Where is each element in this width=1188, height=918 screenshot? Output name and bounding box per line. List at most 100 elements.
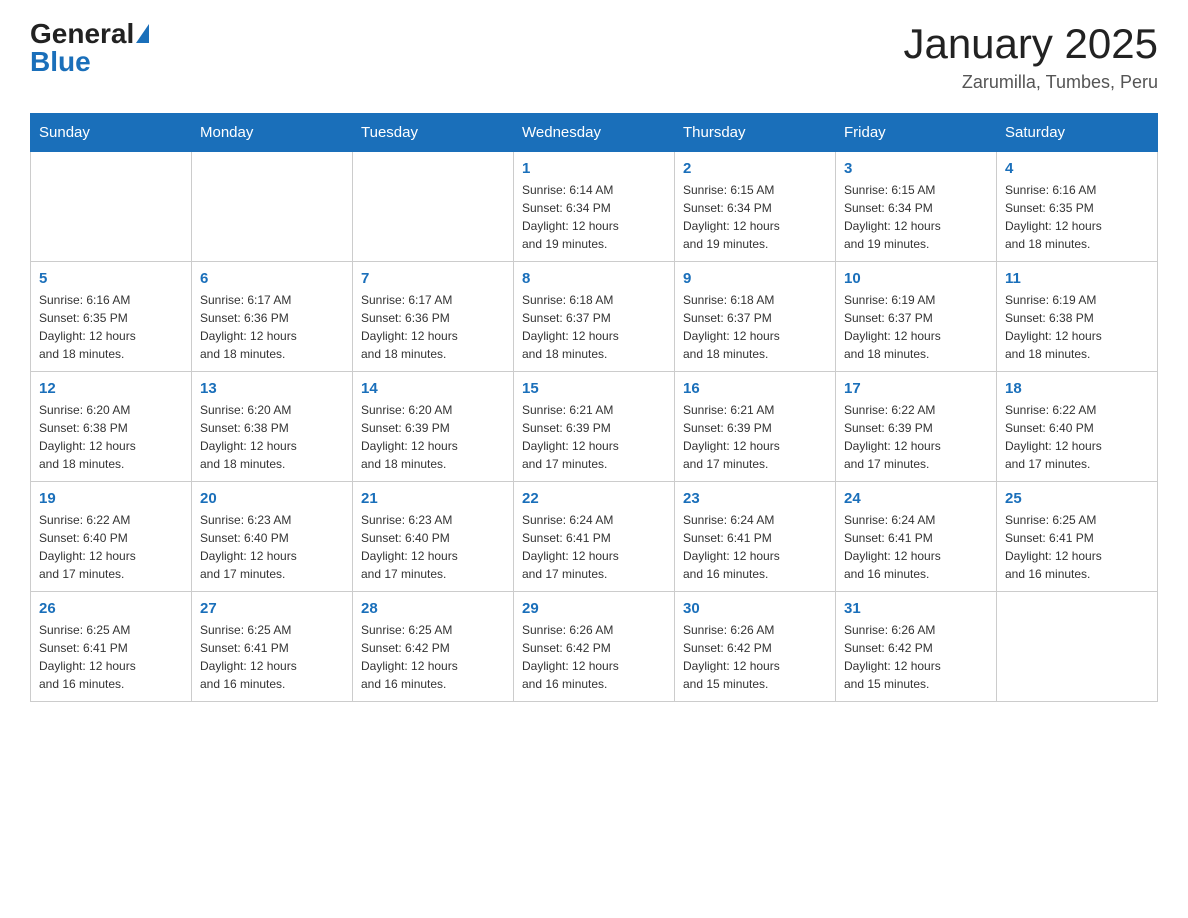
- calendar-cell: 24 Sunrise: 6:24 AM Sunset: 6:41 PM Dayli…: [836, 482, 997, 592]
- day-info: Sunrise: 6:24 AM Sunset: 6:41 PM Dayligh…: [844, 511, 988, 583]
- day-number: 3: [844, 160, 988, 177]
- day-number: 12: [39, 380, 183, 397]
- calendar-cell: 12 Sunrise: 6:20 AM Sunset: 6:38 PM Dayli…: [31, 372, 192, 482]
- day-info: Sunrise: 6:22 AM Sunset: 6:40 PM Dayligh…: [39, 511, 183, 583]
- day-number: 1: [522, 160, 666, 177]
- calendar-week-row: 19 Sunrise: 6:22 AM Sunset: 6:40 PM Dayli…: [31, 482, 1158, 592]
- day-number: 23: [683, 490, 827, 507]
- day-info: Sunrise: 6:16 AM Sunset: 6:35 PM Dayligh…: [39, 291, 183, 363]
- day-number: 11: [1005, 270, 1149, 287]
- day-info: Sunrise: 6:18 AM Sunset: 6:37 PM Dayligh…: [522, 291, 666, 363]
- day-info: Sunrise: 6:19 AM Sunset: 6:38 PM Dayligh…: [1005, 291, 1149, 363]
- day-info: Sunrise: 6:24 AM Sunset: 6:41 PM Dayligh…: [683, 511, 827, 583]
- page-subtitle: Zarumilla, Tumbes, Peru: [903, 72, 1158, 93]
- title-block: January 2025 Zarumilla, Tumbes, Peru: [903, 20, 1158, 93]
- day-number: 13: [200, 380, 344, 397]
- day-info: Sunrise: 6:19 AM Sunset: 6:37 PM Dayligh…: [844, 291, 988, 363]
- logo: GeneralBlue: [30, 20, 149, 76]
- day-number: 22: [522, 490, 666, 507]
- calendar-header-row: SundayMondayTuesdayWednesdayThursdayFrid…: [31, 114, 1158, 152]
- calendar-cell: 9 Sunrise: 6:18 AM Sunset: 6:37 PM Daylig…: [675, 262, 836, 372]
- calendar-cell: 13 Sunrise: 6:20 AM Sunset: 6:38 PM Dayli…: [192, 372, 353, 482]
- day-info: Sunrise: 6:17 AM Sunset: 6:36 PM Dayligh…: [361, 291, 505, 363]
- day-number: 30: [683, 600, 827, 617]
- day-number: 31: [844, 600, 988, 617]
- day-number: 9: [683, 270, 827, 287]
- calendar-cell: [353, 152, 514, 262]
- calendar-cell: 30 Sunrise: 6:26 AM Sunset: 6:42 PM Dayli…: [675, 592, 836, 702]
- calendar-cell: 15Sunrise: 6:21 AM Sunset: 6:39 PM Dayli…: [514, 372, 675, 482]
- calendar-cell: [192, 152, 353, 262]
- calendar-cell: 29Sunrise: 6:26 AM Sunset: 6:42 PM Dayli…: [514, 592, 675, 702]
- calendar-header-friday: Friday: [836, 114, 997, 152]
- calendar-header-tuesday: Tuesday: [353, 114, 514, 152]
- day-info: Sunrise: 6:21 AM Sunset: 6:39 PM Dayligh…: [522, 401, 666, 473]
- day-info: Sunrise: 6:16 AM Sunset: 6:35 PM Dayligh…: [1005, 181, 1149, 253]
- day-number: 25: [1005, 490, 1149, 507]
- day-number: 2: [683, 160, 827, 177]
- calendar-cell: 23 Sunrise: 6:24 AM Sunset: 6:41 PM Dayli…: [675, 482, 836, 592]
- day-info: Sunrise: 6:25 AM Sunset: 6:42 PM Dayligh…: [361, 621, 505, 693]
- day-number: 16: [683, 380, 827, 397]
- day-info: Sunrise: 6:15 AM Sunset: 6:34 PM Dayligh…: [844, 181, 988, 253]
- calendar-cell: 26 Sunrise: 6:25 AM Sunset: 6:41 PM Dayli…: [31, 592, 192, 702]
- calendar-cell: 16 Sunrise: 6:21 AM Sunset: 6:39 PM Dayli…: [675, 372, 836, 482]
- day-number: 28: [361, 600, 505, 617]
- day-info: Sunrise: 6:26 AM Sunset: 6:42 PM Dayligh…: [683, 621, 827, 693]
- day-number: 21: [361, 490, 505, 507]
- calendar-cell: 5Sunrise: 6:16 AM Sunset: 6:35 PM Daylig…: [31, 262, 192, 372]
- day-info: Sunrise: 6:18 AM Sunset: 6:37 PM Dayligh…: [683, 291, 827, 363]
- day-info: Sunrise: 6:24 AM Sunset: 6:41 PM Dayligh…: [522, 511, 666, 583]
- page-title: January 2025: [903, 20, 1158, 68]
- calendar-header-monday: Monday: [192, 114, 353, 152]
- calendar-cell: 25Sunrise: 6:25 AM Sunset: 6:41 PM Dayli…: [997, 482, 1158, 592]
- day-info: Sunrise: 6:22 AM Sunset: 6:40 PM Dayligh…: [1005, 401, 1149, 473]
- calendar-cell: 20 Sunrise: 6:23 AM Sunset: 6:40 PM Dayli…: [192, 482, 353, 592]
- day-info: Sunrise: 6:22 AM Sunset: 6:39 PM Dayligh…: [844, 401, 988, 473]
- calendar-cell: 22 Sunrise: 6:24 AM Sunset: 6:41 PM Dayli…: [514, 482, 675, 592]
- day-number: 18: [1005, 380, 1149, 397]
- calendar-week-row: 1 Sunrise: 6:14 AM Sunset: 6:34 PM Daylig…: [31, 152, 1158, 262]
- calendar-cell: 31Sunrise: 6:26 AM Sunset: 6:42 PM Dayli…: [836, 592, 997, 702]
- calendar-header-wednesday: Wednesday: [514, 114, 675, 152]
- day-number: 24: [844, 490, 988, 507]
- calendar-cell: 2 Sunrise: 6:15 AM Sunset: 6:34 PM Daylig…: [675, 152, 836, 262]
- day-number: 27: [200, 600, 344, 617]
- day-number: 29: [522, 600, 666, 617]
- day-info: Sunrise: 6:21 AM Sunset: 6:39 PM Dayligh…: [683, 401, 827, 473]
- page-header: GeneralBlue January 2025 Zarumilla, Tumb…: [30, 20, 1158, 93]
- day-info: Sunrise: 6:20 AM Sunset: 6:38 PM Dayligh…: [39, 401, 183, 473]
- calendar-cell: 6Sunrise: 6:17 AM Sunset: 6:36 PM Daylig…: [192, 262, 353, 372]
- day-number: 26: [39, 600, 183, 617]
- day-info: Sunrise: 6:20 AM Sunset: 6:39 PM Dayligh…: [361, 401, 505, 473]
- calendar-cell: 10 Sunrise: 6:19 AM Sunset: 6:37 PM Dayli…: [836, 262, 997, 372]
- calendar-cell: 19 Sunrise: 6:22 AM Sunset: 6:40 PM Dayli…: [31, 482, 192, 592]
- calendar-header-sunday: Sunday: [31, 114, 192, 152]
- calendar-cell: [31, 152, 192, 262]
- calendar-header-saturday: Saturday: [997, 114, 1158, 152]
- day-number: 10: [844, 270, 988, 287]
- day-number: 14: [361, 380, 505, 397]
- calendar-cell: 8Sunrise: 6:18 AM Sunset: 6:37 PM Daylig…: [514, 262, 675, 372]
- calendar-header-thursday: Thursday: [675, 114, 836, 152]
- day-info: Sunrise: 6:17 AM Sunset: 6:36 PM Dayligh…: [200, 291, 344, 363]
- day-number: 4: [1005, 160, 1149, 177]
- day-info: Sunrise: 6:25 AM Sunset: 6:41 PM Dayligh…: [200, 621, 344, 693]
- calendar-week-row: 26 Sunrise: 6:25 AM Sunset: 6:41 PM Dayli…: [31, 592, 1158, 702]
- calendar-cell: 27 Sunrise: 6:25 AM Sunset: 6:41 PM Dayli…: [192, 592, 353, 702]
- day-info: Sunrise: 6:14 AM Sunset: 6:34 PM Dayligh…: [522, 181, 666, 253]
- calendar-cell: 14 Sunrise: 6:20 AM Sunset: 6:39 PM Dayli…: [353, 372, 514, 482]
- day-info: Sunrise: 6:20 AM Sunset: 6:38 PM Dayligh…: [200, 401, 344, 473]
- calendar-cell: 18 Sunrise: 6:22 AM Sunset: 6:40 PM Dayli…: [997, 372, 1158, 482]
- day-info: Sunrise: 6:23 AM Sunset: 6:40 PM Dayligh…: [200, 511, 344, 583]
- calendar-cell: 21 Sunrise: 6:23 AM Sunset: 6:40 PM Dayli…: [353, 482, 514, 592]
- day-info: Sunrise: 6:15 AM Sunset: 6:34 PM Dayligh…: [683, 181, 827, 253]
- calendar-cell: [997, 592, 1158, 702]
- day-info: Sunrise: 6:25 AM Sunset: 6:41 PM Dayligh…: [39, 621, 183, 693]
- day-number: 19: [39, 490, 183, 507]
- day-number: 20: [200, 490, 344, 507]
- calendar-week-row: 5Sunrise: 6:16 AM Sunset: 6:35 PM Daylig…: [31, 262, 1158, 372]
- calendar-cell: 1 Sunrise: 6:14 AM Sunset: 6:34 PM Daylig…: [514, 152, 675, 262]
- day-info: Sunrise: 6:23 AM Sunset: 6:40 PM Dayligh…: [361, 511, 505, 583]
- calendar-cell: 7Sunrise: 6:17 AM Sunset: 6:36 PM Daylig…: [353, 262, 514, 372]
